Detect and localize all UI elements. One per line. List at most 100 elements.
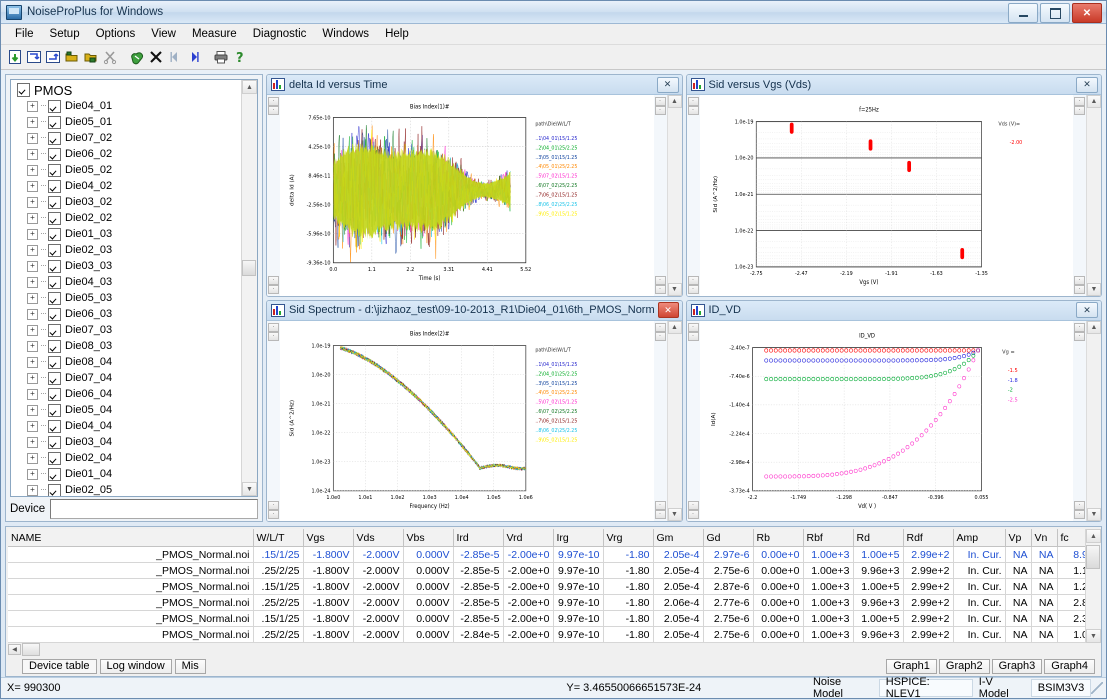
tree-expander-icon[interactable]: + [27,421,38,432]
cut-icon[interactable] [101,48,119,66]
folder-open-icon[interactable] [63,48,81,66]
table-row[interactable]: _PMOS_Normal.noi.25/2/25-1.800V-2.000V0.… [8,563,1085,579]
graph1-close-button[interactable]: ✕ [657,77,679,93]
menu-file[interactable]: File [7,26,42,42]
tree-item-checkbox[interactable] [48,180,61,193]
tab-graph1[interactable]: Graph1 [886,659,937,674]
graph3-yaxis-up-button[interactable]: · [268,323,279,332]
graph1-yaxis-down-button[interactable]: · [268,106,279,115]
graph4-plot[interactable]: ID_VD-2.40e-7-7.40e-6-1.40e-4-2.24e-4-2.… [700,321,1074,522]
tree-item-checkbox[interactable] [48,484,61,497]
table-scroll-left-arrow[interactable]: ◀ [8,644,21,655]
graph1-zoom-out-button[interactable]: · [655,106,666,115]
tree-item-checkbox[interactable] [48,420,61,433]
graph1-scroll-down-arrow[interactable]: ▼ [668,283,682,296]
tree-item-die04_03[interactable]: +Die04_03 [15,274,241,290]
tree-item-die03_04[interactable]: +Die03_04 [15,434,241,450]
tree-expander-icon[interactable]: + [27,261,38,272]
tab-mis[interactable]: Mis [175,659,206,674]
tree-item-checkbox[interactable] [48,276,61,289]
tree-item-die08_04[interactable]: +Die08_04 [15,354,241,370]
column-header-rd[interactable]: Rd [853,529,903,547]
tree-scroll-down-arrow[interactable]: ▼ [242,482,257,496]
window-cascade-icon[interactable] [44,48,62,66]
graph1-pan-down-button[interactable]: · [655,285,666,294]
tree-expander-icon[interactable]: + [27,485,38,496]
column-header-name[interactable]: NAME [8,529,253,547]
column-header-vgs[interactable]: Vgs [303,529,353,547]
tree-expander-icon[interactable]: + [27,117,38,128]
tree-expander-icon[interactable]: + [27,341,38,352]
tree-expander-icon[interactable]: + [27,453,38,464]
tree-item-die02_03[interactable]: +Die02_03 [15,242,241,258]
table-row[interactable]: _PMOS_Normal.noi.15/1/25-1.800V-2.000V0.… [8,579,1085,595]
device-table-scroll[interactable]: NAMEW/L/TVgsVdsVbsIrdVrdIrgVrgGmGdRbRbfR… [8,529,1085,643]
column-header-rdf[interactable]: Rdf [903,529,953,547]
graph3-close-button[interactable]: ✕ [658,302,679,318]
graph2-plot[interactable]: f=25Hz1.0e-191.0e-201.0e-211.0e-221.0e-2… [700,95,1074,296]
tree-expander-icon[interactable]: + [27,245,38,256]
tree-item-checkbox[interactable] [48,196,61,209]
graph4-pan-down-button[interactable]: · [1074,510,1085,519]
graph1-xaxis-right-button[interactable]: · [268,285,279,294]
tree-scrollbar[interactable]: ▲ ▼ [241,80,257,496]
graph4-scroll-up-arrow[interactable]: ▲ [1087,321,1101,334]
tree-expander-icon[interactable]: + [27,197,38,208]
tree-expander-icon[interactable]: + [27,309,38,320]
tree-item-checkbox[interactable] [48,308,61,321]
tree-item-checkbox[interactable] [48,132,61,145]
column-header-rb[interactable]: Rb [753,529,803,547]
column-header-vrg[interactable]: Vrg [603,529,653,547]
graph3-zoom-in-button[interactable]: · [655,323,666,332]
resize-grip[interactable] [1091,682,1103,694]
graph4-xaxis-left-button[interactable]: · [688,501,699,510]
tree-item-die02_04[interactable]: +Die02_04 [15,450,241,466]
graph3-scroll-up-arrow[interactable]: ▲ [668,321,682,334]
menu-view[interactable]: View [143,26,184,42]
tab-log-window[interactable]: Log window [100,659,172,674]
tree-item-die04_01[interactable]: +Die04_01 [15,98,241,114]
tree-item-checkbox[interactable] [48,212,61,225]
tree-item-checkbox[interactable] [48,148,61,161]
tree-item-checkbox[interactable] [48,356,61,369]
column-header-irg[interactable]: Irg [553,529,603,547]
column-header-vds[interactable]: Vds [353,529,403,547]
graph2-zoom-out-button[interactable]: · [1074,106,1085,115]
column-header-amp[interactable]: Amp [953,529,1005,547]
next-icon[interactable] [185,48,203,66]
graph1-yaxis-up-button[interactable]: · [268,97,279,106]
tab-device-table[interactable]: Device table [22,659,97,674]
tree-expander-icon[interactable]: + [27,133,38,144]
tree-expander-icon[interactable]: + [27,213,38,224]
column-header-vn[interactable]: Vn [1031,529,1057,547]
graph3-plot[interactable]: Bias Index(2)#1.0e-191.0e-201.0e-211.0e-… [280,321,654,522]
table-scroll-up-arrow[interactable]: ▲ [1086,529,1101,543]
graph2-scroll-down-arrow[interactable]: ▼ [1087,283,1101,296]
tree-item-checkbox[interactable] [48,452,61,465]
menu-diagnostic[interactable]: Diagnostic [245,26,315,42]
menu-options[interactable]: Options [88,26,144,42]
tree-item-die03_02[interactable]: +Die03_02 [15,194,241,210]
graph4-yaxis-up-button[interactable]: · [688,323,699,332]
tree-expander-icon[interactable]: + [27,405,38,416]
graph1-scroll-up-arrow[interactable]: ▲ [668,95,682,108]
tree-item-checkbox[interactable] [48,340,61,353]
table-row[interactable]: _PMOS_Normal.noi.15/1/25-1.800V-2.000V0.… [8,611,1085,627]
tree-item-checkbox[interactable] [48,404,61,417]
tree-item-checkbox[interactable] [48,244,61,257]
graph4-close-button[interactable]: ✕ [1076,302,1098,318]
tree-item-die08_03[interactable]: +Die08_03 [15,338,241,354]
graph3-pan-down-button[interactable]: · [655,510,666,519]
tree-expander-icon[interactable]: + [27,149,38,160]
open-file-icon[interactable] [6,48,24,66]
tree-scroll-thumb[interactable] [242,260,256,276]
tree-expander-icon[interactable]: + [27,165,38,176]
tree-item-checkbox[interactable] [48,436,61,449]
tab-graph3[interactable]: Graph3 [992,659,1043,674]
tree-item-die05_03[interactable]: +Die05_03 [15,290,241,306]
tree-expander-icon[interactable]: + [27,181,38,192]
tree-item-checkbox[interactable] [48,324,61,337]
table-scroll-down-arrow[interactable]: ▼ [1086,629,1101,643]
menu-measure[interactable]: Measure [184,26,245,42]
tree-item-checkbox[interactable] [48,164,61,177]
